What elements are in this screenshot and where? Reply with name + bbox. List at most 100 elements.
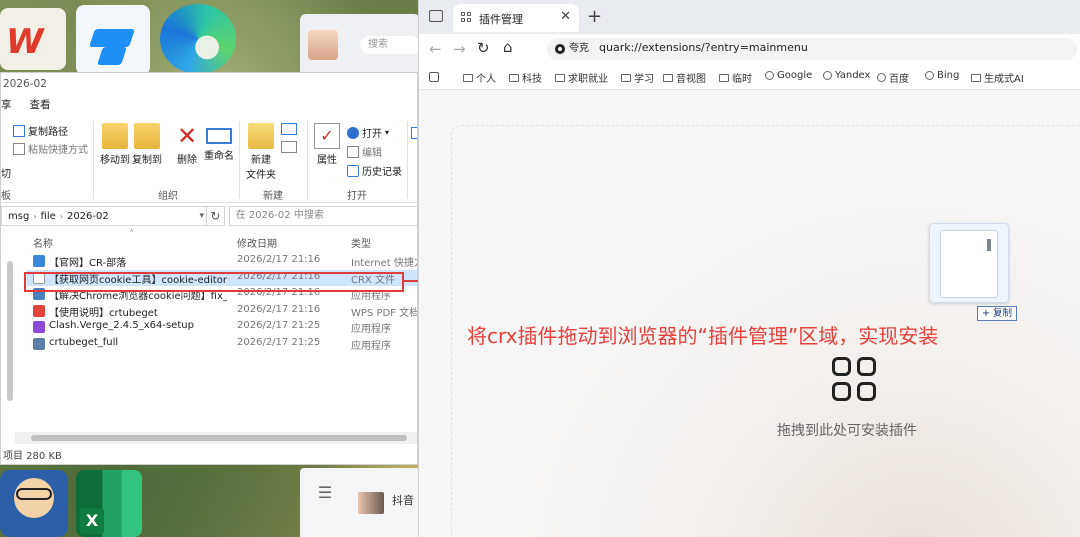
tab-extensions[interactable]: 插件管理 ✕ [453,4,579,32]
select-all-icon[interactable] [411,127,417,139]
explorer-search-input[interactable]: 在 2026-02 中搜索 [228,206,417,226]
vertical-scrollbar[interactable] [5,231,15,464]
cut-button[interactable]: 切 [1,165,11,180]
paste-shortcut-button[interactable]: 粘贴快捷方式 [13,141,88,156]
new-tab-button[interactable]: + [587,6,602,27]
horizontal-scrollbar[interactable] [15,432,417,444]
bookmark-item[interactable]: Yandex [823,70,870,81]
column-date[interactable]: 修改日期 [237,235,277,250]
instruction-annotation: 将crx插件拖动到浏览器的“插件管理”区域，实现安装 [467,324,939,348]
close-icon[interactable]: ✕ [560,9,571,24]
user-avatar [308,30,338,60]
forward-button[interactable]: → [453,40,466,58]
file-date: 2026/2/17 21:16 [237,287,321,298]
quark-brand-chip[interactable]: 夸克 [553,41,595,57]
copy-to-icon [134,123,160,149]
ribbon-divider [407,121,408,199]
history-button[interactable]: 历史记录 [347,163,402,178]
folder-icon [555,73,565,82]
bookmark-item[interactable]: 求职就业 [555,70,608,85]
background-app-window[interactable]: 搜索 [300,14,420,76]
todesk-icon[interactable] [76,5,150,75]
bookmarks-bar: 个人 科技 求职就业 学习 音视图 临时 Google Yandex 百度 Bing 生成式AI [419,64,1080,90]
reading-list-icon[interactable] [429,72,439,82]
crumb-file[interactable]: file [41,211,56,222]
bookmark-item[interactable]: Bing [925,70,959,81]
file-type-icon [33,271,45,284]
sidebar-toggle-icon[interactable] [429,10,443,22]
reload-button[interactable]: ↻ [477,39,490,57]
file-list: 名称 ˄ 修改日期 类型 【官网】CR-部落 2026/2/17 21:16 Int… [1,229,417,431]
file-row[interactable]: crtubeget_full 2026/2/17 21:25 应用程序 [27,336,417,352]
file-type-icon [33,255,45,267]
nerd-app-icon[interactable] [0,470,68,537]
home-button[interactable]: ⌂ [503,38,513,56]
file-row[interactable]: 【获取网页cookie工具】cookie-editor... 2026/2/17 … [27,269,417,286]
wps-office-icon[interactable]: W [0,8,66,70]
explorer-refresh-button[interactable]: ↻ [207,206,225,226]
douyin-label: 抖音 [392,494,414,507]
bookmark-item[interactable]: 音视图 [663,70,706,85]
open-button[interactable]: 打开 ▾ [347,125,389,140]
bookmark-item[interactable]: Google [765,70,812,81]
globe-icon [823,71,832,80]
file-type: 应用程序 [351,291,391,302]
folder-icon [663,73,673,82]
bookmark-item[interactable]: 学习 [621,70,654,85]
new-group-label: 新建 [263,191,283,202]
rename-button[interactable]: 重命名 [199,119,239,162]
properties-button[interactable]: ✓ 属性 [307,119,347,166]
file-type: 应用程序 [351,340,391,352]
address-path[interactable]: msg › file › 2026-02 ▾ [1,206,208,226]
bookmark-label: 生成式AI [984,74,1024,85]
tab-view[interactable]: 查看 [30,95,51,115]
extensions-grid-icon [461,12,473,24]
menu-icon[interactable]: ☰ [310,478,340,508]
history-icon [347,164,359,177]
file-row[interactable]: 【官网】CR-部落 2026/2/17 21:16 Internet 快捷方式 [27,253,417,269]
address-bar[interactable]: 夸克 quark://extensions/?entry=mainmenu [547,38,1077,60]
globe-icon [877,73,886,82]
easy-access-icon[interactable] [281,141,297,153]
file-row[interactable]: Clash.Verge_2.4.5_x64-setup 2026/2/17 21:… [27,319,417,335]
edit-button[interactable]: 编辑 [347,144,382,159]
column-name[interactable]: 名称 [33,235,53,250]
file-type: Internet 快捷方式 [351,258,417,269]
copy-to-button[interactable]: 复制到 [127,119,167,166]
url-text[interactable]: quark://extensions/?entry=mainmenu [599,41,808,54]
bookmark-item[interactable]: 临时 [719,70,752,85]
bookmark-label: 求职就业 [568,74,608,85]
excel-icon[interactable]: X [76,470,142,537]
file-date: 2026/2/17 21:16 [237,303,321,315]
browser-window: 插件管理 ✕ + ← → ↻ ⌂ 夸克 quark://extensions/?… [418,0,1080,537]
chevron-down-icon[interactable]: ▾ [199,211,206,221]
bookmark-label: Bing [937,70,960,81]
file-row[interactable]: 【解决Chrome浏览器cookie问题】fix_c... 2026/2/17 2… [27,286,417,302]
edge-browser-icon[interactable] [160,4,236,74]
file-type-icon [33,321,45,333]
file-row[interactable]: 【使用说明】crtubeget 2026/2/17 21:16 WPS PDF 文档 [27,303,417,319]
copy-path-button[interactable]: 复制路径 [13,123,68,138]
new-item-icon[interactable] [281,123,297,135]
background-search-field[interactable]: 搜索 [360,36,420,54]
crumb-folder[interactable]: 2026-02 [67,211,109,222]
douyin-window[interactable]: ☰ 抖音 [300,468,420,537]
new-folder-icon [248,123,274,149]
search-icon [925,71,934,80]
new-folder-button[interactable]: 新建 文件夹 [241,119,281,181]
back-button[interactable]: ← [429,40,442,58]
tab-share[interactable]: 享 [1,95,12,115]
bookmark-item[interactable]: 个人 [463,70,496,85]
bookmark-item[interactable]: 科技 [509,70,542,85]
bookmark-label: Yandex [835,70,871,81]
file-name: 【解决Chrome浏览器cookie问题】fix_c... [49,291,227,302]
file-type-icon [33,288,45,300]
paste-shortcut-icon [13,142,25,155]
file-name: crtubeget_full [49,336,119,348]
file-date: 2026/2/17 21:25 [237,336,321,348]
chevron-right-icon: › [59,211,63,221]
bookmark-item[interactable]: 百度 [877,70,909,85]
column-type[interactable]: 类型 [351,235,371,250]
crumb-msg[interactable]: msg [8,211,29,222]
bookmark-item[interactable]: 生成式AI [971,70,1024,85]
